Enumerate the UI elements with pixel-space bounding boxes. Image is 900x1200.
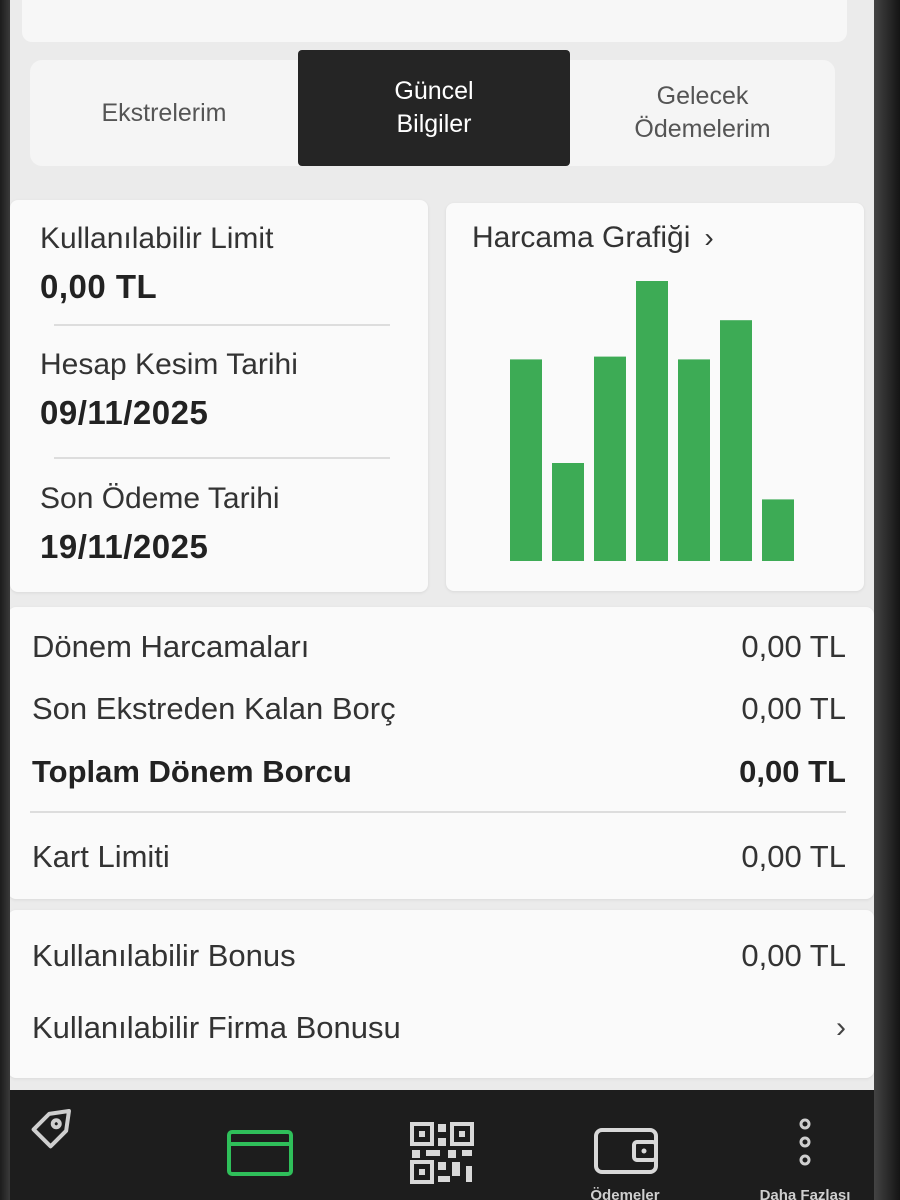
remaining-debt-label: Son Ekstreden Kalan Borç bbox=[32, 691, 396, 726]
tab-upcoming-payments-label: Gelecek Ödemelerim bbox=[634, 80, 770, 146]
nav-campaigns[interactable] bbox=[0, 1090, 170, 1200]
top-panel-edge bbox=[22, 0, 847, 42]
credit-card-icon bbox=[227, 1130, 293, 1176]
nav-cards[interactable] bbox=[173, 1090, 343, 1200]
nav-payments[interactable]: Ödemeler bbox=[540, 1090, 710, 1200]
spending-bar-1 bbox=[510, 359, 542, 561]
nav-qr[interactable] bbox=[356, 1090, 526, 1200]
tab-current-info-label-line1: Güncel bbox=[394, 77, 474, 105]
total-debt-row: Toplam Dönem Borcu 0,00 TL bbox=[32, 754, 846, 790]
available-limit-block: Kullanılabilir Limit 0,00 TL bbox=[40, 222, 273, 306]
company-bonus-label: Kullanılabilir Firma Bonusu bbox=[32, 1010, 401, 1045]
tab-current-info[interactable]: Güncel Bilgiler bbox=[298, 50, 570, 166]
chevron-right-icon: › bbox=[836, 1011, 846, 1044]
card-limit-value: 0,00 TL bbox=[741, 839, 846, 874]
nav-payments-label: Ödemeler bbox=[590, 1187, 660, 1200]
nav-more[interactable]: Daha Fazlası bbox=[720, 1090, 890, 1200]
divider bbox=[54, 457, 390, 459]
due-date-label: Son Ödeme Tarihi bbox=[40, 482, 280, 515]
period-spending-value: 0,00 TL bbox=[741, 629, 846, 664]
card-limit-row: Kart Limiti 0,00 TL bbox=[32, 839, 846, 875]
bonus-card: Kullanılabilir Bonus 0,00 TL Kullanılabi… bbox=[8, 910, 874, 1078]
period-spending-label: Dönem Harcamaları bbox=[32, 629, 310, 664]
period-spending-row: Dönem Harcamaları 0,00 TL bbox=[32, 629, 846, 665]
statement-date-block: Hesap Kesim Tarihi 09/11/2025 bbox=[40, 348, 298, 432]
spending-bar-3 bbox=[594, 356, 626, 561]
due-date-value: 19/11/2025 bbox=[40, 528, 209, 565]
spending-bar-7 bbox=[762, 499, 794, 561]
card-info: Kullanılabilir Limit 0,00 TL Hesap Kesim… bbox=[10, 200, 428, 592]
statement-date-label: Hesap Kesim Tarihi bbox=[40, 348, 298, 381]
tab-upcoming-payments-label-line1: Gelecek bbox=[656, 82, 749, 110]
bottom-nav: Ödemeler Daha Fazlası bbox=[0, 1090, 900, 1200]
nav-more-label: Daha Fazlası bbox=[759, 1187, 851, 1200]
tab-bar: Ekstrelerim Güncel Bilgiler Gelecek Ödem… bbox=[30, 50, 835, 166]
available-limit-value: 0,00 TL bbox=[40, 268, 158, 305]
available-bonus-label: Kullanılabilir Bonus bbox=[32, 938, 296, 973]
qr-code-icon bbox=[410, 1122, 474, 1184]
tab-current-info-label: Güncel Bilgiler bbox=[394, 75, 473, 141]
available-limit-label: Kullanılabilir Limit bbox=[40, 222, 274, 255]
available-bonus-row: Kullanılabilir Bonus 0,00 TL bbox=[32, 938, 846, 974]
remaining-debt-value: 0,00 TL bbox=[741, 691, 846, 726]
total-debt-label: Toplam Dönem Borcu bbox=[32, 754, 352, 789]
tab-statements-label: Ekstrelerim bbox=[101, 98, 227, 127]
more-vertical-icon bbox=[799, 1118, 811, 1166]
divider bbox=[54, 324, 390, 326]
spending-bar-2 bbox=[552, 463, 584, 561]
tab-statements[interactable]: Ekstrelerim bbox=[30, 60, 298, 166]
wallet-icon bbox=[594, 1128, 658, 1174]
tab-current-info-label-line2: Bilgiler bbox=[396, 110, 472, 138]
available-bonus-value: 0,00 TL bbox=[741, 938, 846, 973]
phone-bezel-right bbox=[874, 0, 900, 1200]
total-debt-value: 0,00 TL bbox=[739, 754, 846, 789]
spending-bar-chart bbox=[510, 281, 794, 561]
spending-bar-4 bbox=[636, 281, 668, 561]
phone-bezel-left bbox=[0, 0, 10, 1200]
card-limit-label: Kart Limiti bbox=[32, 839, 170, 874]
tag-icon bbox=[31, 1109, 71, 1149]
divider bbox=[30, 811, 846, 813]
spending-chart-card[interactable]: Harcama Grafiği › bbox=[446, 203, 864, 591]
spending-bar-5 bbox=[678, 359, 710, 561]
company-bonus-row[interactable]: Kullanılabilir Firma Bonusu › bbox=[32, 1010, 846, 1046]
tab-upcoming-payments[interactable]: Gelecek Ödemelerim bbox=[570, 60, 835, 166]
screen: Ekstrelerim Güncel Bilgiler Gelecek Ödem… bbox=[0, 0, 900, 1200]
spending-bar-6 bbox=[720, 320, 752, 561]
tab-upcoming-payments-label-line2: Ödemelerim bbox=[634, 115, 771, 143]
statement-date-value: 09/11/2025 bbox=[40, 394, 209, 431]
due-date-block: Son Ödeme Tarihi 19/11/2025 bbox=[40, 482, 280, 566]
remaining-debt-row: Son Ekstreden Kalan Borç 0,00 TL bbox=[32, 691, 846, 727]
summary-card: Dönem Harcamaları 0,00 TL Son Ekstreden … bbox=[8, 607, 874, 899]
